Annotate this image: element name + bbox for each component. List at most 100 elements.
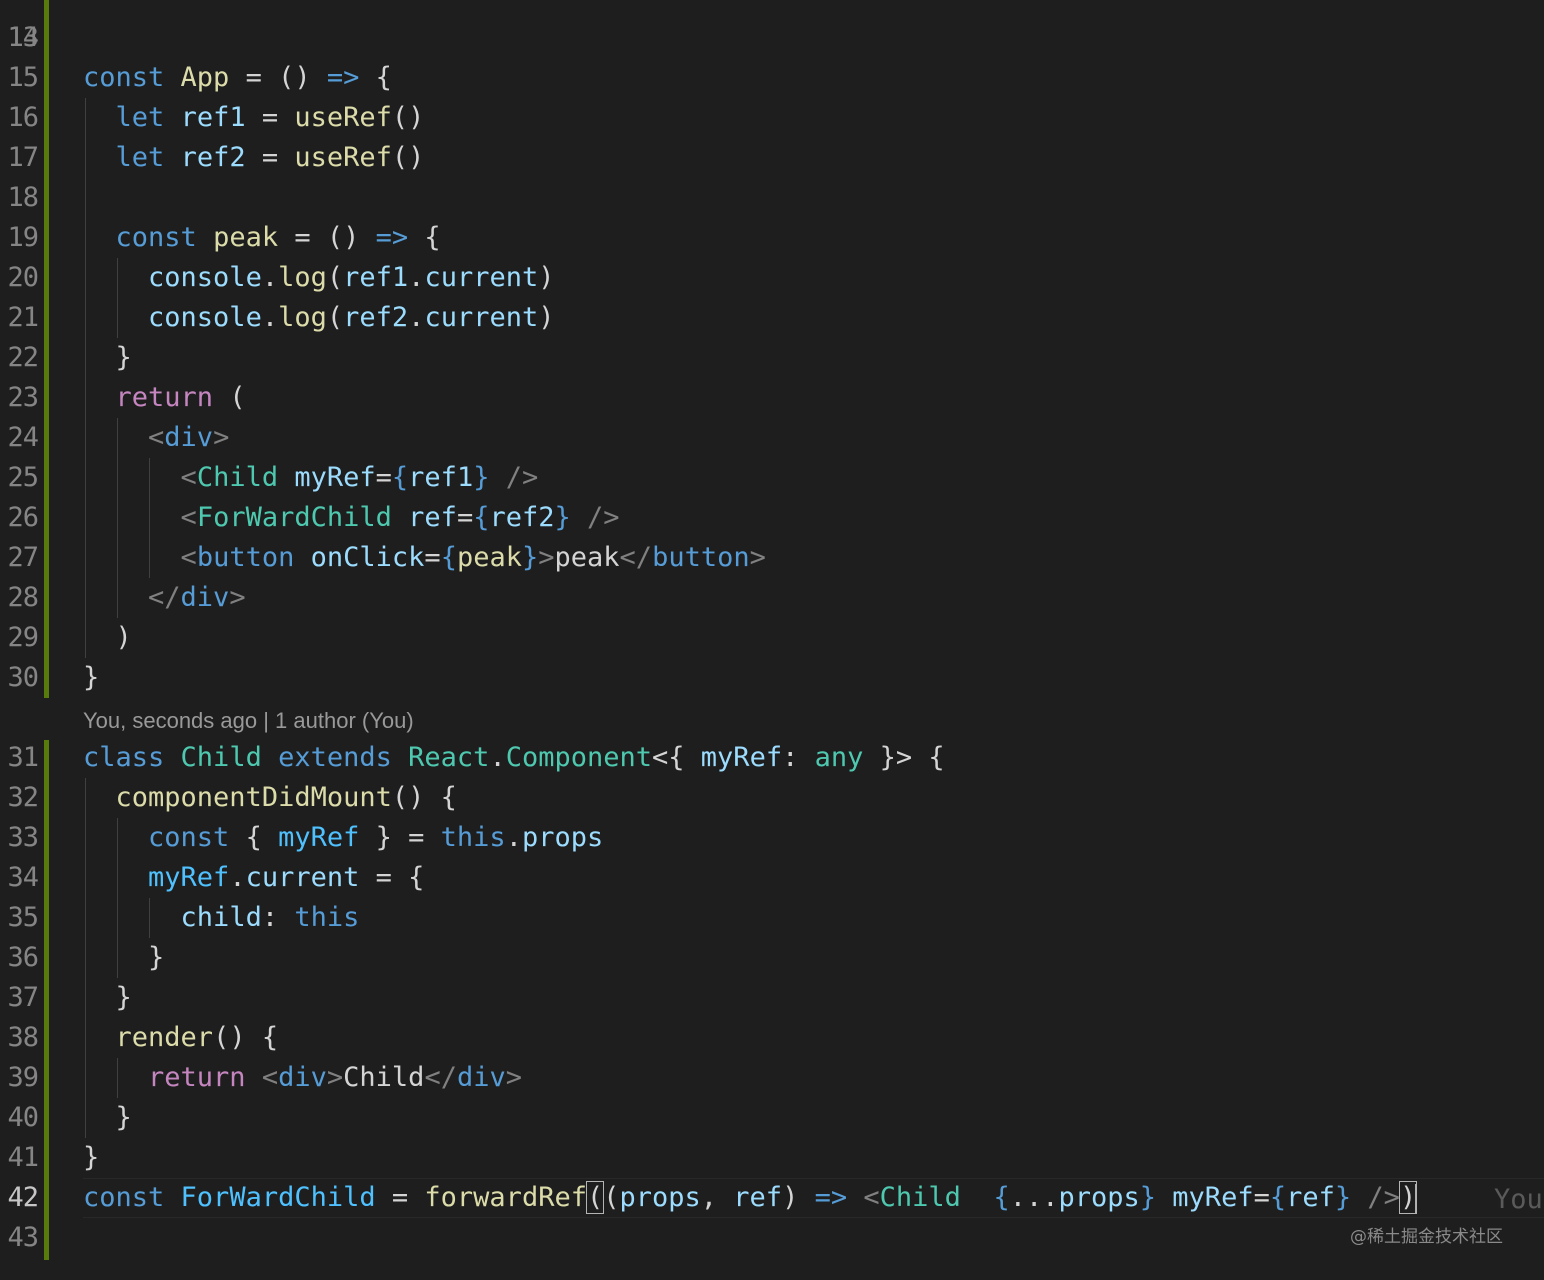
token: = (375, 462, 392, 493)
line-number: 21 (7, 302, 39, 333)
token: > (749, 542, 766, 573)
code-line-16[interactable]: 16 let ref1 = useRef() (0, 98, 1544, 138)
code-line-33[interactable]: 33 const { myRef } = this.props (0, 818, 1544, 858)
code-line-39[interactable]: 39 return <div>Child</div> (0, 1058, 1544, 1098)
line-number: 28 (7, 582, 39, 613)
code-line-38[interactable]: 38 render() { (0, 1018, 1544, 1058)
code-text: const peak = () => { (83, 218, 441, 258)
token: current (424, 262, 539, 293)
code-line-27[interactable]: 27 <button onClick={peak}>peak</button> (0, 538, 1544, 578)
code-line-34[interactable]: 34 myRef.current = { (0, 858, 1544, 898)
code-line-30[interactable]: 30} (0, 658, 1544, 698)
code-line-43[interactable]: 43 (0, 1218, 1544, 1258)
token: ref (733, 1182, 783, 1213)
token: React (408, 742, 490, 773)
code-line-40[interactable]: 40 } (0, 1098, 1544, 1138)
token: . (261, 262, 279, 293)
code-line-17[interactable]: 17 let ref2 = useRef() (0, 138, 1544, 178)
code-line-24[interactable]: 24 <div> (0, 418, 1544, 458)
token: } (1139, 1182, 1157, 1213)
code-line-26[interactable]: 26 <ForWardChild ref={ref2} /> (0, 498, 1544, 538)
code-text: componentDidMount() { (83, 778, 457, 818)
token: < (148, 422, 165, 453)
code-line-28[interactable]: 28 </div> (0, 578, 1544, 618)
token: . (505, 822, 522, 853)
token: class (83, 742, 165, 773)
code-text: const App = () => { (83, 58, 392, 98)
token: /> (505, 462, 539, 493)
line-number: 20 (7, 262, 39, 293)
token: </ (148, 582, 181, 613)
token: ref2 (489, 502, 555, 533)
line-number: 40 (7, 1102, 39, 1133)
token: ( (326, 262, 344, 293)
token: > (538, 542, 555, 573)
code-line-23[interactable]: 23 return ( (0, 378, 1544, 418)
token: => (814, 1182, 848, 1213)
code-line-25[interactable]: 25 <Child myRef={ref1} /> (0, 458, 1544, 498)
code-line-37[interactable]: 37 } (0, 978, 1544, 1018)
code-line-41[interactable]: 41} (0, 1138, 1544, 1178)
token: () { (213, 1022, 279, 1053)
code-line-21[interactable]: 21 console.log(ref2.current) (0, 298, 1544, 338)
code-line-42[interactable]: 42 const ForWardChild = forwardRef((props… (0, 1178, 1544, 1218)
token: > (505, 1062, 522, 1093)
token: peak (554, 542, 620, 573)
token: > (326, 1062, 344, 1093)
token: < (180, 502, 197, 533)
code-text: const ForWardChild = forwardRef((props, … (83, 1178, 1418, 1218)
code-line-15[interactable]: 15 const App = () => { (0, 58, 1544, 98)
token: let (115, 102, 165, 133)
token: const (115, 222, 197, 253)
token: ) (538, 262, 555, 293)
token: ) (83, 622, 132, 653)
code-line-32[interactable]: 32 componentDidMount() { (0, 778, 1544, 818)
code-text: } (83, 938, 164, 978)
token: const (148, 822, 230, 853)
token: return (115, 382, 214, 413)
token: < (261, 1062, 279, 1093)
token: extends (278, 742, 392, 773)
code-editor[interactable]: 13 14 15 const App = () => {16 let ref1 = … (0, 0, 1544, 1280)
code-line-31[interactable]: 31 class Child extends React.Component<{ … (0, 738, 1544, 778)
code-line-14[interactable]: 14 (0, 18, 1544, 58)
token: props (521, 822, 604, 853)
code-line-36[interactable]: 36 } (0, 938, 1544, 978)
token: useRef (294, 142, 392, 173)
code-line-29[interactable]: 29 ) (0, 618, 1544, 658)
line-number: 31 (7, 742, 39, 773)
token: componentDidMount (115, 782, 392, 813)
code-line-22[interactable]: 22 } (0, 338, 1544, 378)
code-text: let ref1 = useRef() (83, 98, 425, 138)
code-line-18[interactable]: 18 (0, 178, 1544, 218)
code-text: </div> (83, 578, 246, 618)
token: ref1 (180, 102, 246, 133)
token: = () (229, 62, 327, 93)
code-text: } (83, 658, 99, 698)
line-number: 37 (7, 982, 39, 1013)
code-text: render() { (83, 1018, 279, 1058)
code-line-20[interactable]: 20 console.log(ref1.current) (0, 258, 1544, 298)
token: = () (278, 222, 376, 253)
token: { (993, 1182, 1010, 1213)
token: ) (782, 1182, 815, 1213)
token: myRef (278, 822, 360, 853)
token: div (180, 582, 230, 613)
token: { (391, 462, 409, 493)
code-line-35[interactable]: 35 child: this (0, 898, 1544, 938)
code-line-19[interactable]: 19 const peak = () => { (0, 218, 1544, 258)
line-number: 32 (7, 782, 39, 813)
code-text: ) (83, 618, 132, 658)
codelens-blame[interactable]: You, seconds ago | 1 author (You) (83, 704, 414, 738)
token: . (261, 302, 279, 333)
token: > (229, 582, 246, 613)
